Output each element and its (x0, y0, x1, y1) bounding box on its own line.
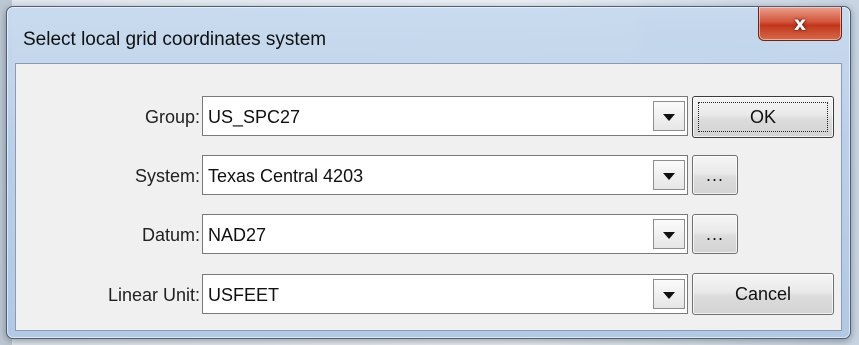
datum-label: Datum: (141, 225, 200, 245)
close-icon: x (793, 12, 807, 35)
datum-dropdown-button[interactable] (653, 219, 685, 249)
group-label: Group: (144, 107, 200, 127)
linear-unit-combobox[interactable]: USFEET (202, 274, 688, 314)
ok-button[interactable]: OK (692, 96, 834, 138)
chevron-down-icon (663, 113, 675, 121)
system-dropdown-button[interactable] (653, 160, 685, 190)
group-value: US_SPC27 (208, 107, 301, 127)
datum-combobox[interactable]: NAD27 (202, 214, 688, 254)
system-browse-button[interactable]: ... (692, 155, 738, 195)
group-dropdown-button[interactable] (653, 101, 685, 131)
close-button[interactable]: x (758, 7, 842, 41)
cancel-button[interactable]: Cancel (692, 273, 834, 315)
chevron-down-icon (663, 291, 675, 299)
linear-unit-label: Linear Unit: (107, 285, 200, 305)
focus-rectangle (698, 102, 828, 132)
datum-row: Datum: NAD27 ... (16, 214, 841, 258)
linear-unit-value: USFEET (208, 285, 280, 305)
system-row: System: Texas Central 4203 ... (16, 155, 841, 199)
group-combobox[interactable]: US_SPC27 (202, 96, 688, 136)
window-title: Select local grid coordinates system (23, 29, 327, 50)
chevron-down-icon (663, 172, 675, 180)
linear-unit-dropdown-button[interactable] (653, 279, 685, 309)
datum-value: NAD27 (208, 225, 267, 245)
dialog-window: Select local grid coordinates system x G… (6, 6, 851, 339)
chevron-down-icon (663, 231, 675, 239)
dialog-body: Group: US_SPC27 System: Texas Central 42… (15, 63, 842, 331)
system-value: Texas Central 4203 (208, 166, 364, 186)
system-combobox[interactable]: Texas Central 4203 (202, 155, 688, 195)
title-bar[interactable]: Select local grid coordinates system x (7, 7, 850, 55)
system-label: System: (134, 166, 200, 186)
datum-browse-button[interactable]: ... (692, 214, 738, 254)
